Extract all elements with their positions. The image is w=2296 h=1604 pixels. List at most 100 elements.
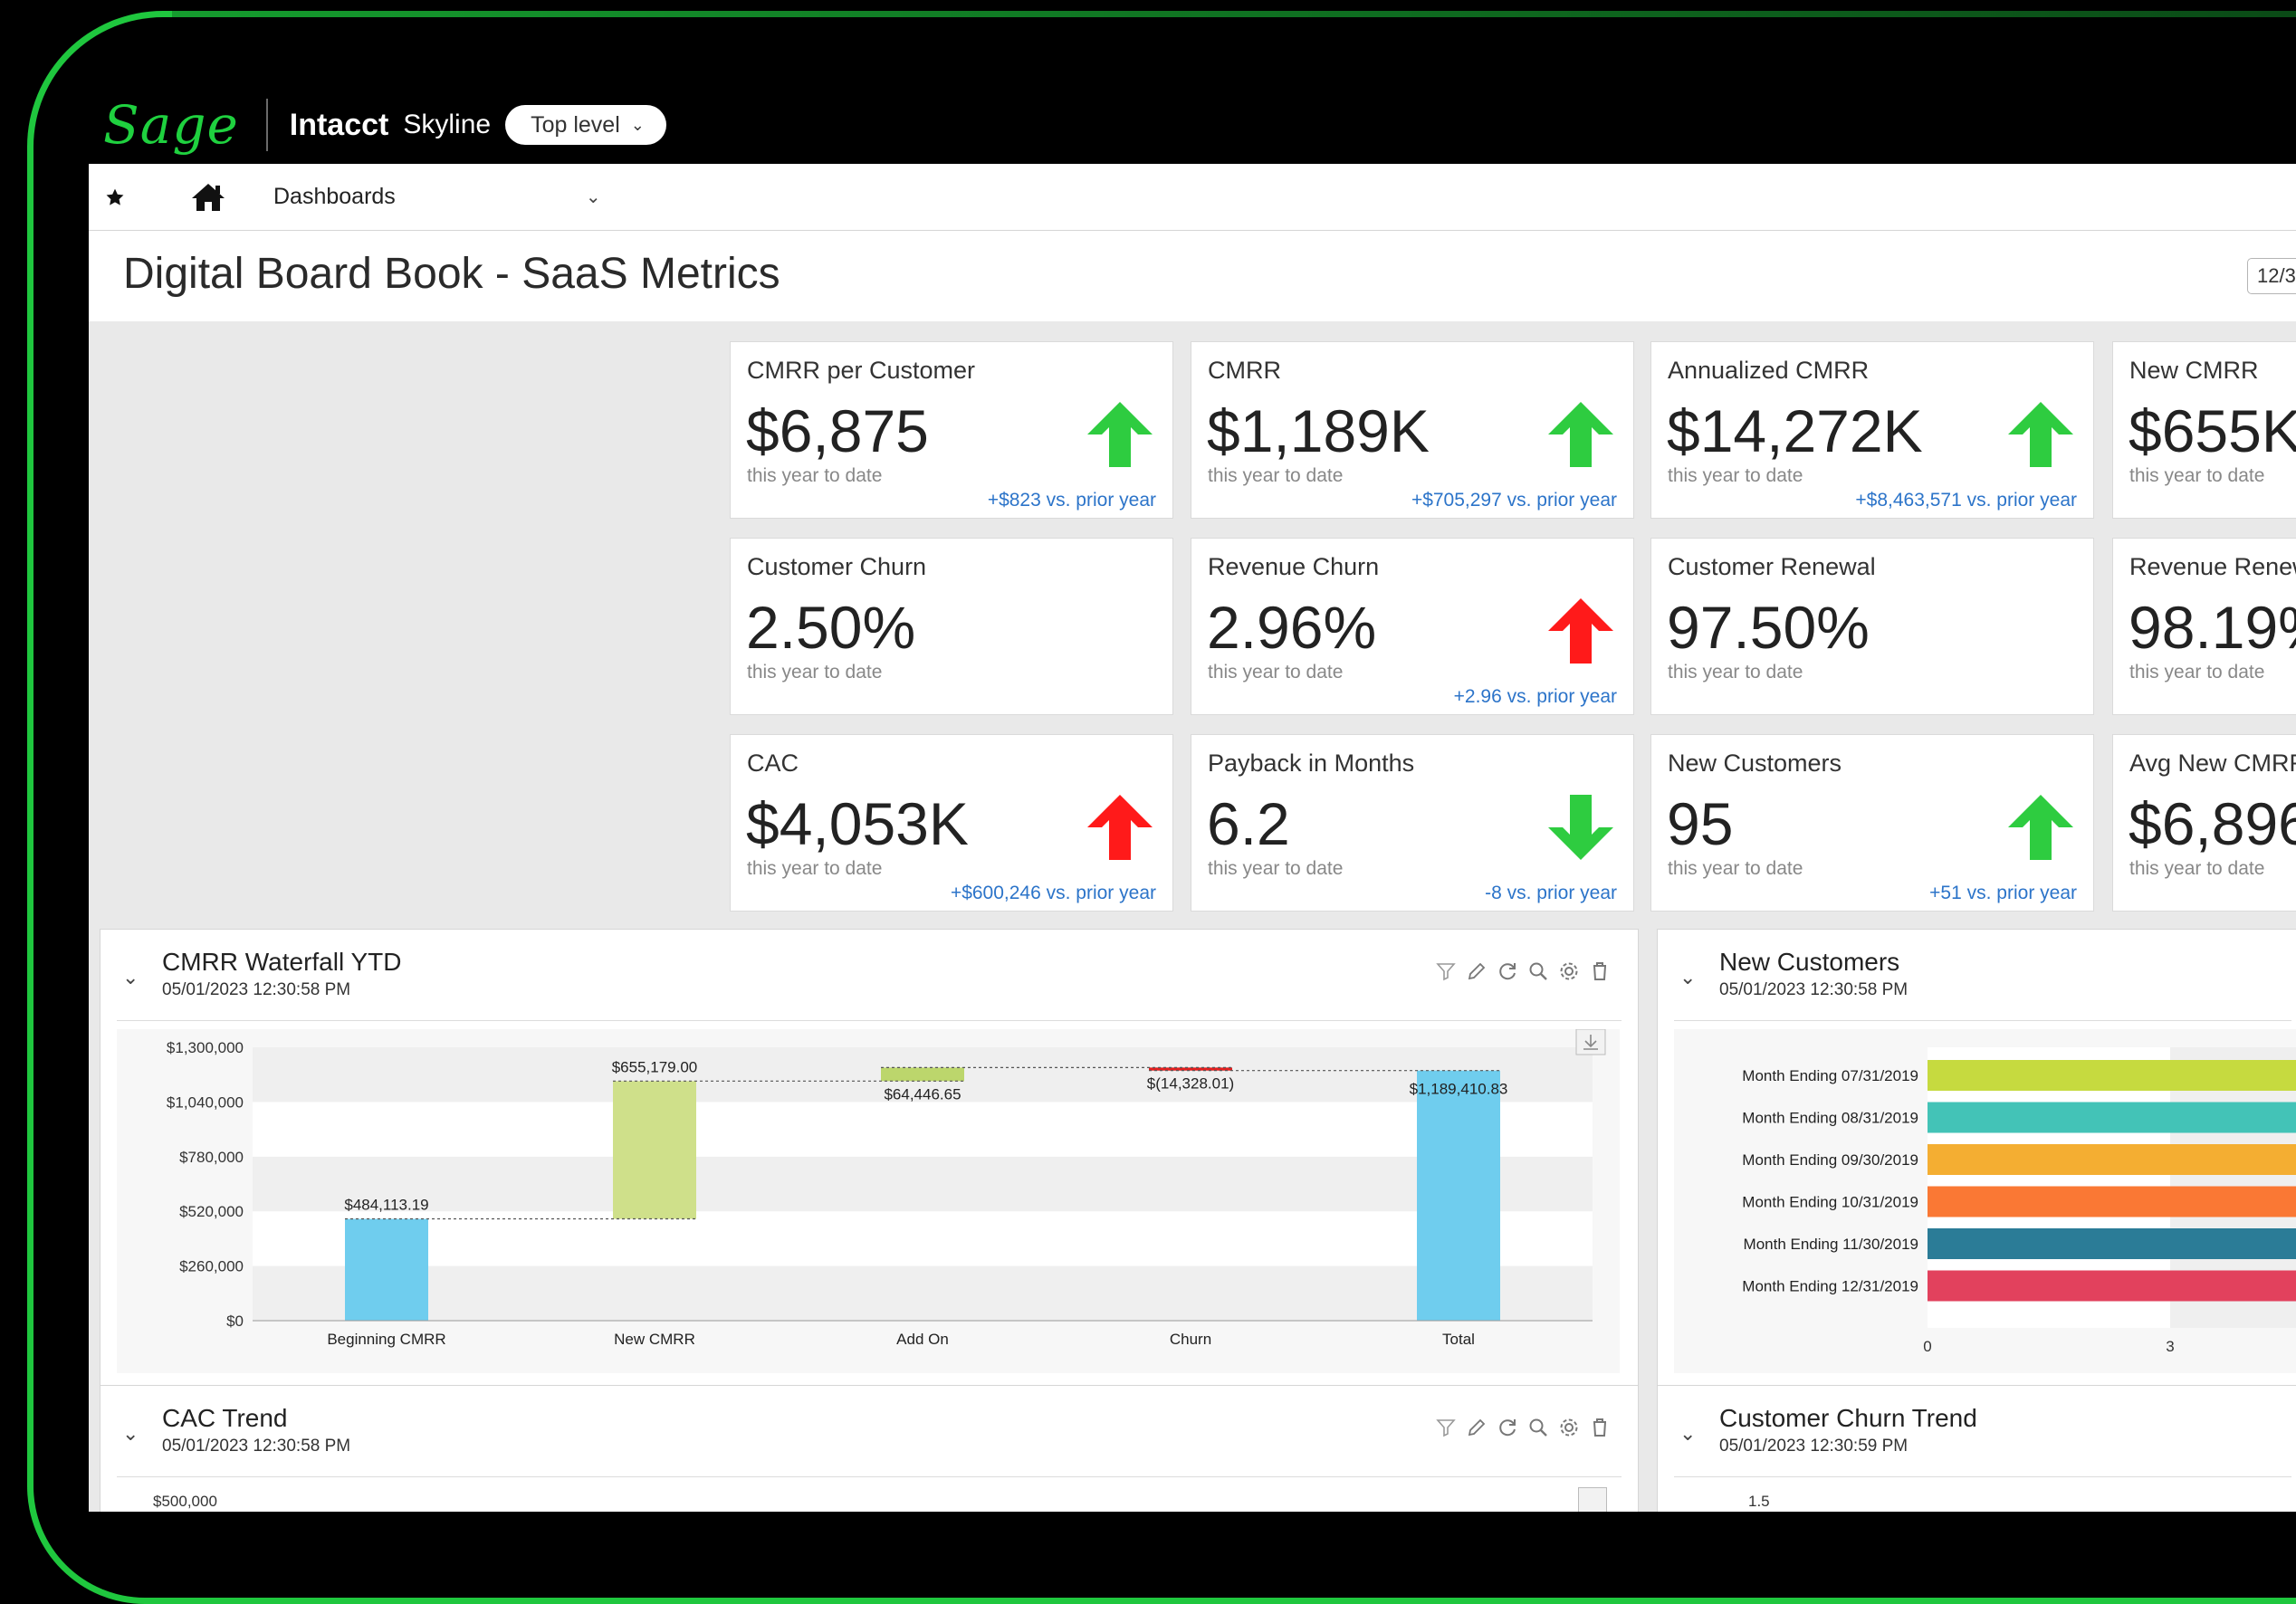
- sage-logo[interactable]: Sage: [103, 94, 239, 156]
- edit-icon[interactable]: [1466, 960, 1488, 982]
- kpi-period: this year to date: [747, 858, 883, 879]
- panel-toolbar: [1435, 1417, 1611, 1438]
- product-edition: Skyline: [403, 110, 492, 139]
- entity-selector[interactable]: Top level ⌄: [505, 105, 666, 145]
- top-nav: Dashboards ⌄: [89, 164, 2296, 231]
- kpi-period: this year to date: [2129, 858, 2265, 879]
- star-icon[interactable]: [105, 185, 125, 210]
- data-label: $64,446.65: [884, 1085, 961, 1103]
- kpi-tile[interactable]: Revenue Renew 98.19%this year to date: [2112, 538, 2296, 715]
- chevron-down-icon[interactable]: ⌄: [586, 186, 601, 208]
- x-tick-label: Total: [1442, 1331, 1475, 1348]
- y-tick-label: Month Ending 07/31/2019: [1742, 1067, 1918, 1084]
- brand-divider: [265, 99, 268, 151]
- home-icon[interactable]: [190, 182, 226, 213]
- search-icon[interactable]: [1527, 960, 1549, 982]
- download-icon[interactable]: [1578, 1487, 1607, 1512]
- search-icon[interactable]: [1527, 1417, 1549, 1438]
- kpi-tile[interactable]: CMRR per Customer $6,875 this year to date…: [730, 341, 1173, 519]
- kpi-delta: +$600,246 vs. prior year: [950, 883, 1156, 903]
- kpi-period: this year to date: [2129, 465, 2265, 486]
- kpi-value: $655K: [2129, 397, 2296, 464]
- chevron-down-icon: ⌄: [630, 115, 645, 134]
- kpi-value: 6.2: [1207, 790, 1290, 857]
- kpi-tile[interactable]: Payback in Months 6.2 this year to date -8 …: [1191, 734, 1634, 912]
- bar: [1928, 1270, 2296, 1302]
- y-tick-label: Month Ending 08/31/2019: [1742, 1110, 1918, 1127]
- data-label: $1,189,410.83: [1410, 1081, 1508, 1098]
- gear-icon[interactable]: [1558, 960, 1580, 982]
- arrow-up-icon: [1548, 598, 1613, 664]
- kpi-delta: +$8,463,571 vs. prior year: [1855, 490, 2077, 511]
- kpi-tile[interactable]: Customer Renewal 97.50% this year to date: [1650, 538, 2094, 715]
- kpi-tile[interactable]: Avg New CMRR $6,896 this year to date: [2112, 734, 2296, 912]
- kpi-tile[interactable]: CAC $4,053K this year to date +$600,246 vs.…: [730, 734, 1173, 912]
- panel-timestamp: 05/01/2023 12:30:59 PM: [1719, 1437, 1909, 1456]
- bar: [1928, 1228, 2296, 1259]
- x-tick-label: 3: [2166, 1338, 2174, 1355]
- gear-icon[interactable]: [1558, 1417, 1580, 1438]
- kpi-tile[interactable]: New CMRR $655K this year to date: [2112, 341, 2296, 519]
- kpi-tile[interactable]: CMRR $1,189K this year to date +$705,297 vs…: [1191, 341, 1634, 519]
- kpi-value: 98.19%: [2129, 594, 2296, 661]
- bar: [1928, 1102, 2296, 1133]
- filter-icon[interactable]: [1435, 1417, 1457, 1438]
- y-tick-label: Month Ending 10/31/2019: [1742, 1194, 1918, 1211]
- kpi-tile[interactable]: Customer Churn 2.50% this year to date: [730, 538, 1173, 715]
- date-field[interactable]: 12/3: [2247, 258, 2296, 294]
- kpi-tile[interactable]: Annualized CMRR $14,272K this year to date…: [1650, 341, 2094, 519]
- trash-icon[interactable]: [1589, 1417, 1611, 1438]
- kpi-title: Payback in Months: [1208, 749, 1415, 777]
- kpi-value: 2.50%: [746, 594, 916, 661]
- kpi-delta: +2.96 vs. prior year: [1453, 686, 1617, 707]
- data-label: $484,113.19: [344, 1197, 428, 1214]
- y-tick-label: $0: [226, 1313, 244, 1330]
- bar: [1928, 1144, 2296, 1175]
- kpi-period: this year to date: [1208, 662, 1344, 683]
- panel-divider: [1674, 1020, 2291, 1021]
- waterfall-chart: $0 $260,000 $520,000 $780,000 $1,040,000 $1,3…: [117, 1029, 1620, 1373]
- grid-band: [253, 1211, 1593, 1266]
- kpi-period: this year to date: [747, 465, 883, 486]
- dashboards-menu[interactable]: Dashboards: [273, 184, 396, 210]
- new-customers-chart: Month Ending 07/31/2019 Month Ending 08/3…: [1674, 1029, 2296, 1373]
- cac-trend-panel: ⌄ CAC Trend 05/01/2023 12:30:58 PM $500,…: [100, 1386, 1639, 1512]
- kpi-title: Customer Churn: [747, 553, 927, 580]
- kpi-value: $1,189K: [1207, 397, 1430, 464]
- kpi-tile[interactable]: New Customers 95 this year to date +51 vs. …: [1650, 734, 2094, 912]
- panel-title: Customer Churn Trend: [1719, 1404, 1977, 1432]
- chevron-down-icon[interactable]: ⌄: [122, 966, 139, 989]
- arrow-up-icon: [2008, 795, 2073, 860]
- edit-icon[interactable]: [1466, 1417, 1488, 1438]
- panel-timestamp: 05/01/2023 12:30:58 PM: [1719, 980, 1909, 999]
- y-tick-label: $780,000: [179, 1149, 244, 1166]
- waterfall-bar: [613, 1081, 696, 1219]
- kpi-title: Avg New CMRR: [2129, 749, 2296, 777]
- kpi-value: 97.50%: [1667, 594, 1870, 661]
- kpi-tile[interactable]: Revenue Churn 2.96% this year to date +2.96…: [1191, 538, 1634, 715]
- trash-icon[interactable]: [1589, 960, 1611, 982]
- kpi-title: CAC: [747, 749, 799, 777]
- y-tick-label: 1.5: [1748, 1493, 1770, 1510]
- customer-churn-trend-panel: ⌄ Customer Churn Trend 05/01/2023 12:30:…: [1657, 1386, 2296, 1512]
- panel-divider: [1674, 1476, 2291, 1477]
- arrow-up-icon: [2008, 402, 2073, 467]
- panel-timestamp: 05/01/2023 12:30:58 PM: [162, 980, 351, 999]
- refresh-icon[interactable]: [1497, 1417, 1518, 1438]
- filter-icon[interactable]: [1435, 960, 1457, 982]
- kpi-title: New Customers: [1668, 749, 1842, 777]
- data-label: $(14,328.01): [1147, 1075, 1234, 1093]
- chevron-down-icon[interactable]: ⌄: [122, 1422, 139, 1446]
- y-tick-label: $260,000: [179, 1258, 244, 1275]
- x-tick-label: Beginning CMRR: [327, 1331, 445, 1348]
- chevron-down-icon[interactable]: ⌄: [1679, 1422, 1696, 1446]
- y-tick-label: Month Ending 11/30/2019: [1744, 1236, 1918, 1253]
- kpi-period: this year to date: [1208, 465, 1344, 486]
- x-tick-label: New CMRR: [614, 1331, 695, 1348]
- panel-toolbar: [1435, 960, 1611, 982]
- kpi-period: this year to date: [1668, 858, 1803, 879]
- chevron-down-icon[interactable]: ⌄: [1679, 966, 1696, 989]
- x-tick-label: Churn: [1170, 1331, 1211, 1348]
- device-frame-top: [172, 11, 2296, 17]
- refresh-icon[interactable]: [1497, 960, 1518, 982]
